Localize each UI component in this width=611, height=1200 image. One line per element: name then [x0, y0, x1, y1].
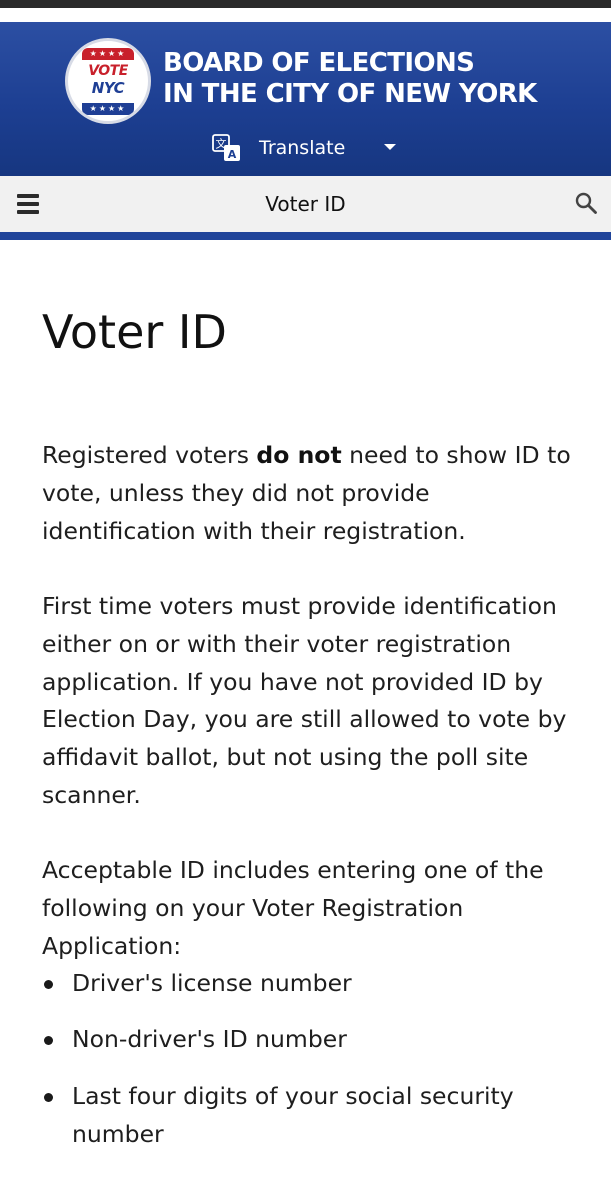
list-item-text: Last four digits of your social security…	[72, 1082, 514, 1148]
vote-nyc-logo[interactable]: ★★★★ VOTE NYC ★★★★	[65, 38, 151, 124]
translate-icon: 文 A	[212, 134, 240, 161]
list-item-text: Driver's license number	[72, 969, 352, 997]
site-header: ★★★★ VOTE NYC ★★★★ BOARD OF ELECTIONS IN…	[0, 22, 611, 176]
para1-start: Registered voters	[42, 441, 257, 469]
list-item: Non-driver's ID number	[42, 1021, 577, 1059]
bullet-icon	[44, 1093, 53, 1102]
translate-dropdown[interactable]: 文 A Translate	[212, 132, 412, 164]
logo-stars-bottom: ★★★★	[82, 103, 134, 115]
org-name-line2: IN THE CITY OF NEW YORK	[163, 79, 537, 109]
list-item: Driver's license number	[42, 965, 577, 1003]
bullet-icon	[44, 980, 53, 989]
bullet-icon	[44, 1036, 53, 1045]
page-navbar: Voter ID	[0, 176, 611, 232]
navbar-title: Voter ID	[265, 192, 346, 216]
organization-name[interactable]: BOARD OF ELECTIONS IN THE CITY OF NEW YO…	[163, 48, 583, 110]
page-title: Voter ID	[42, 305, 227, 359]
navbar-accent-bar	[0, 232, 611, 240]
list-item-text: Non-driver's ID number	[72, 1025, 347, 1053]
chevron-down-icon	[384, 144, 396, 150]
list-item: Last four digits of your social security…	[42, 1078, 577, 1154]
logo-nyc-text: NYC	[91, 79, 125, 97]
org-name-line1: BOARD OF ELECTIONS	[163, 48, 475, 78]
logo-vote-text: VOTE	[88, 63, 128, 79]
paragraph-acceptable-id: Acceptable ID includes entering one of t…	[42, 856, 544, 960]
paragraph-first-time-voters: First time voters must provide identific…	[42, 592, 567, 809]
logo-stars-top: ★★★★	[82, 48, 134, 60]
paragraph-id-requirement: Registered voters do not need to show ID…	[42, 437, 577, 550]
top-status-strip	[0, 0, 611, 8]
svg-text:A: A	[228, 148, 237, 161]
translate-label: Translate	[259, 137, 346, 159]
para1-emphasis: do not	[256, 441, 342, 469]
search-icon[interactable]	[574, 191, 598, 215]
